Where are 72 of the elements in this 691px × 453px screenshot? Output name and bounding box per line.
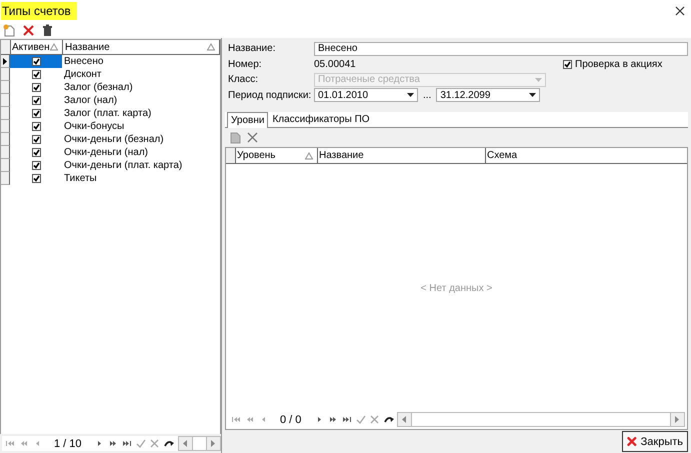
checkbox[interactable] — [32, 135, 40, 144]
check-icon — [564, 60, 571, 68]
field-label: Класс: — [228, 74, 259, 86]
row-pointer-icon — [3, 58, 7, 64]
table-cell[interactable]: Очки-деньги (нал) — [62, 146, 220, 159]
table-cell[interactable]: Залог (плат. карта) — [62, 107, 220, 120]
date-field[interactable]: 31.12.2099 — [436, 88, 540, 102]
column-header[interactable]: Активен — [11, 40, 63, 54]
checkbox[interactable] — [32, 161, 40, 170]
delete-icon[interactable] — [246, 131, 259, 144]
date-field[interactable]: 01.01.2010 — [314, 88, 418, 102]
number-value: 05.00041 — [314, 58, 357, 70]
column-label: Активен — [12, 42, 50, 52]
checkbox[interactable] — [32, 70, 40, 79]
name-field[interactable]: Внесено — [314, 42, 688, 56]
checkbox[interactable] — [32, 174, 40, 183]
column-label: Название — [319, 150, 364, 161]
tab[interactable]: Классификаторы ПО — [268, 112, 374, 126]
new-document-icon[interactable] — [3, 24, 16, 36]
column-header[interactable]: Название — [318, 148, 486, 163]
caret-icon — [529, 93, 536, 98]
table-cell[interactable]: Внесено — [62, 55, 220, 68]
scroll-left-icon[interactable] — [402, 416, 408, 423]
delete-icon[interactable] — [22, 24, 35, 36]
field-label: Название: — [228, 43, 276, 54]
empty-message: < Нет данных > — [420, 282, 492, 294]
table-cell[interactable]: Очки-деньги (плат. карта) — [62, 159, 220, 172]
table-cell[interactable]: Тикеты — [62, 172, 220, 185]
checkbox[interactable] — [32, 122, 40, 131]
checkbox[interactable] — [32, 83, 40, 92]
table-cell[interactable]: Очки-бонусы — [62, 120, 220, 133]
next-page-icon[interactable] — [107, 438, 118, 449]
close-button[interactable]: Закрыть — [622, 431, 688, 452]
horizontal-scrollbar[interactable] — [178, 436, 221, 451]
checkbox[interactable] — [32, 148, 40, 157]
horizontal-scrollbar[interactable] — [397, 412, 685, 427]
checkbox[interactable] — [32, 109, 40, 118]
checkbox[interactable] — [32, 96, 40, 105]
last-page-icon[interactable] — [121, 438, 132, 449]
close-icon[interactable] — [675, 6, 685, 16]
column-label: Уровень — [237, 150, 276, 161]
check-icon[interactable] — [135, 438, 146, 449]
trash-icon[interactable] — [41, 24, 54, 36]
table-cell[interactable]: Залог (нал) — [62, 94, 220, 107]
refresh-icon[interactable] — [163, 438, 174, 449]
scroll-right-icon[interactable] — [211, 440, 216, 447]
scroll-left-icon[interactable] — [182, 440, 188, 447]
page-counter: 0 / 0 — [279, 414, 302, 426]
row-indicator[interactable] — [1, 55, 10, 68]
tab[interactable]: Уровни — [227, 112, 268, 128]
column-label: Название — [65, 42, 110, 52]
refresh-icon[interactable] — [382, 414, 394, 425]
table-cell[interactable]: Залог (безнал) — [62, 81, 220, 94]
checkbox[interactable] — [32, 57, 40, 66]
column-header[interactable]: Название — [63, 40, 220, 54]
checkbox-label[interactable]: Проверка в акциях — [575, 58, 662, 70]
last-page-icon[interactable] — [340, 414, 352, 425]
caret-icon — [535, 78, 542, 82]
column-label: Схема — [487, 150, 518, 161]
checkbox[interactable] — [563, 60, 572, 69]
table-cell[interactable]: Очки-деньги (безнал) — [62, 133, 220, 146]
range-separator: ... — [423, 90, 432, 101]
scroll-right-icon[interactable] — [675, 416, 680, 423]
caret-icon — [407, 93, 414, 98]
window-title: Типы счетов — [1, 2, 77, 20]
field-label: Номер: — [228, 58, 263, 70]
table-cell[interactable]: Дисконт — [62, 68, 220, 81]
field-label: Период подписки: — [228, 90, 310, 101]
check-icon[interactable] — [354, 414, 366, 425]
cross-icon — [627, 435, 637, 448]
column-header[interactable]: Уровень — [236, 148, 318, 163]
page-counter: 1 / 10 — [53, 438, 83, 450]
